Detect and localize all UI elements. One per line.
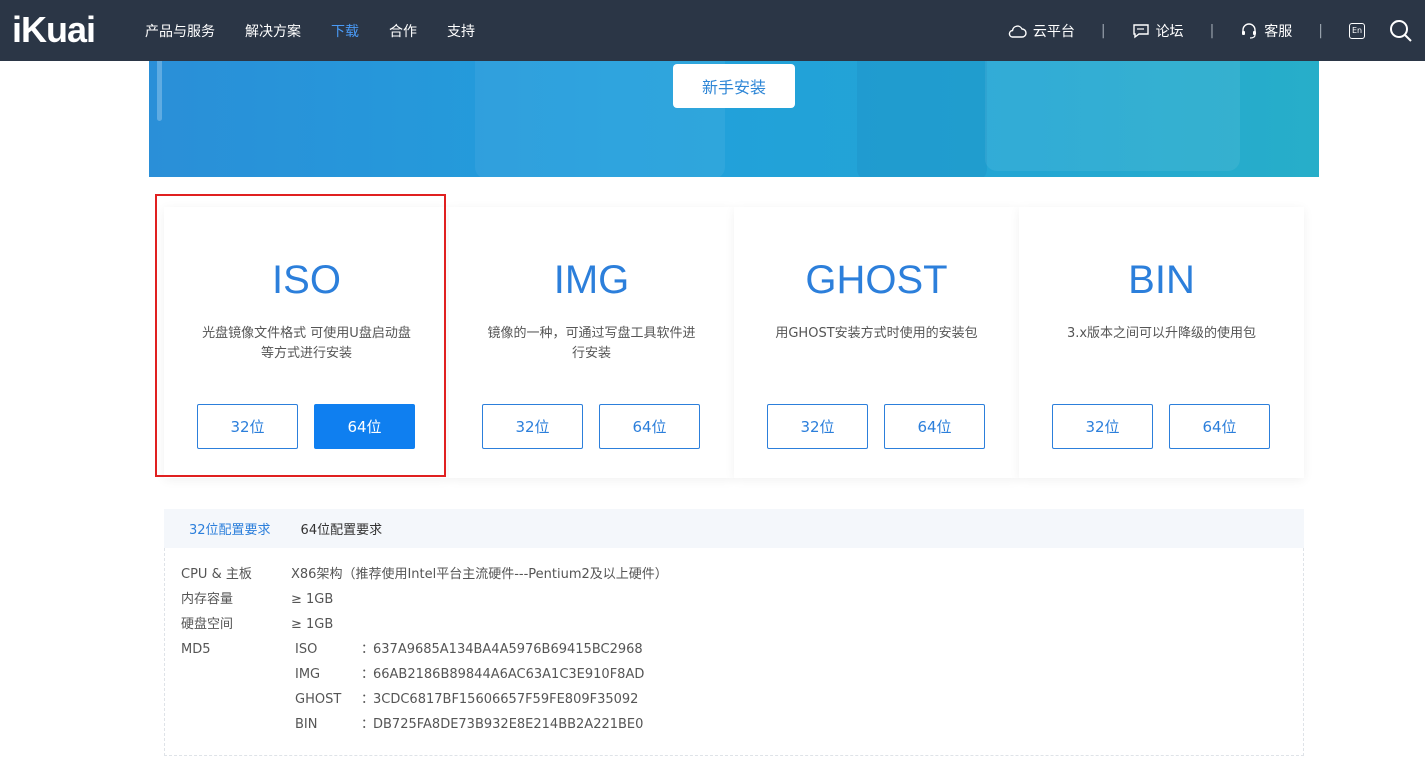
card-description: 用GHOST安装方式时使用的安装包 <box>775 326 978 341</box>
card-description: 光盘镜像文件格式 可使用U盘启动盘等方式进行安装 <box>202 326 411 361</box>
card-bin: BIN 3.x版本之间可以升降级的使用包 32位 64位 <box>1019 207 1304 478</box>
headset-icon <box>1242 22 1257 39</box>
md5-hash: DB725FA8DE73B932E8E214BB2A221BE0 <box>373 717 644 732</box>
banner-decoration <box>985 61 1240 171</box>
banner-decoration <box>857 61 987 177</box>
card-img: IMG 镜像的一种，可通过写盘工具软件进行安装 32位 64位 <box>449 207 734 478</box>
img-64bit-button[interactable]: 64位 <box>599 404 700 449</box>
md5-hash: 3CDC6817BF15606657F59FE809F35092 <box>373 692 639 707</box>
tab-64bit-requirements[interactable]: 64位配置要求 <box>301 519 383 538</box>
iso-32bit-button[interactable]: 32位 <box>197 404 298 449</box>
nav-separator: | <box>1209 22 1215 39</box>
ghost-32bit-button[interactable]: 32位 <box>767 404 868 449</box>
card-title: IMG <box>553 258 630 302</box>
spec-value: ≥ 1GB <box>291 592 334 607</box>
beginner-install-button[interactable]: 新手安装 <box>673 64 795 108</box>
config-tabs: 32位配置要求 64位配置要求 <box>164 509 1304 548</box>
main-nav: 产品与服务 解决方案 下载 合作 支持 <box>145 0 505 61</box>
card-iso: ISO 光盘镜像文件格式 可使用U盘启动盘等方式进行安装 32位 64位 <box>164 207 449 478</box>
header-right-nav: 云平台 | 论坛 | 客服 | En <box>1007 0 1413 61</box>
spec-label: CPU & 主板 <box>181 567 252 582</box>
banner-decoration <box>157 61 162 121</box>
ikuai-logo[interactable]: iKuai <box>12 8 96 52</box>
spec-label: 硬盘空间 <box>181 617 234 632</box>
card-description: 镜像的一种，可通过写盘工具软件进行安装 <box>487 326 696 361</box>
search-icon[interactable] <box>1389 19 1413 43</box>
top-navigation-bar: iKuai 产品与服务 解决方案 下载 合作 支持 云平台 | 论坛 | 客服 … <box>0 0 1425 61</box>
md5-hash: 66AB2186B89844A6AC63A1C3E910F8AD <box>373 667 645 682</box>
nav-cooperation[interactable]: 合作 <box>389 21 417 41</box>
nav-support[interactable]: 支持 <box>447 21 475 41</box>
md5-file-type: IMG <box>295 667 321 682</box>
nav-products[interactable]: 产品与服务 <box>145 21 215 41</box>
cloud-platform-label: 云平台 <box>1032 23 1075 40</box>
card-title: GHOST <box>805 258 948 302</box>
chat-icon <box>1132 23 1149 38</box>
nav-solutions[interactable]: 解决方案 <box>245 21 301 41</box>
download-cards: ISO 光盘镜像文件格式 可使用U盘启动盘等方式进行安装 32位 64位 IMG… <box>164 207 1304 478</box>
tab-32bit-requirements[interactable]: 32位配置要求 <box>189 519 271 538</box>
requirements-panel: CPU & 主板 X86架构（推荐使用Intel平台主流硬件---Pentium… <box>164 548 1304 756</box>
forum-link[interactable]: 论坛 <box>1132 21 1184 41</box>
download-banner: 新手安装 <box>149 61 1319 177</box>
cloud-platform-link[interactable]: 云平台 <box>1007 21 1075 41</box>
card-title: BIN <box>1128 258 1195 302</box>
img-32bit-button[interactable]: 32位 <box>482 404 583 449</box>
md5-hash: 637A9685A134BA4A5976B69415BC2968 <box>373 642 643 657</box>
md5-file-type: GHOST <box>295 692 342 707</box>
spec-value: X86架构（推荐使用Intel平台主流硬件---Pentium2及以上硬件） <box>291 567 668 582</box>
md5-file-type: ISO <box>295 642 318 657</box>
ghost-64bit-button[interactable]: 64位 <box>884 404 985 449</box>
nav-separator: | <box>1100 22 1106 39</box>
md5-file-type: BIN <box>295 717 318 732</box>
card-ghost: GHOST 用GHOST安装方式时使用的安装包 32位 64位 <box>734 207 1019 478</box>
spec-label: 内存容量 <box>181 592 234 607</box>
cloud-icon <box>1008 24 1027 38</box>
bin-32bit-button[interactable]: 32位 <box>1052 404 1153 449</box>
card-description: 3.x版本之间可以升降级的使用包 <box>1066 326 1257 341</box>
bin-64bit-button[interactable]: 64位 <box>1169 404 1270 449</box>
nav-download[interactable]: 下载 <box>331 21 359 41</box>
card-title: ISO <box>272 258 341 302</box>
iso-64bit-button[interactable]: 64位 <box>314 404 415 449</box>
customer-service-link[interactable]: 客服 <box>1240 21 1292 41</box>
forum-label: 论坛 <box>1155 23 1184 40</box>
spec-value: ≥ 1GB <box>291 617 334 632</box>
nav-separator: | <box>1318 22 1323 39</box>
language-en-icon[interactable]: En <box>1349 22 1365 39</box>
spec-label: MD5 <box>181 642 211 657</box>
customer-service-label: 客服 <box>1264 23 1293 40</box>
